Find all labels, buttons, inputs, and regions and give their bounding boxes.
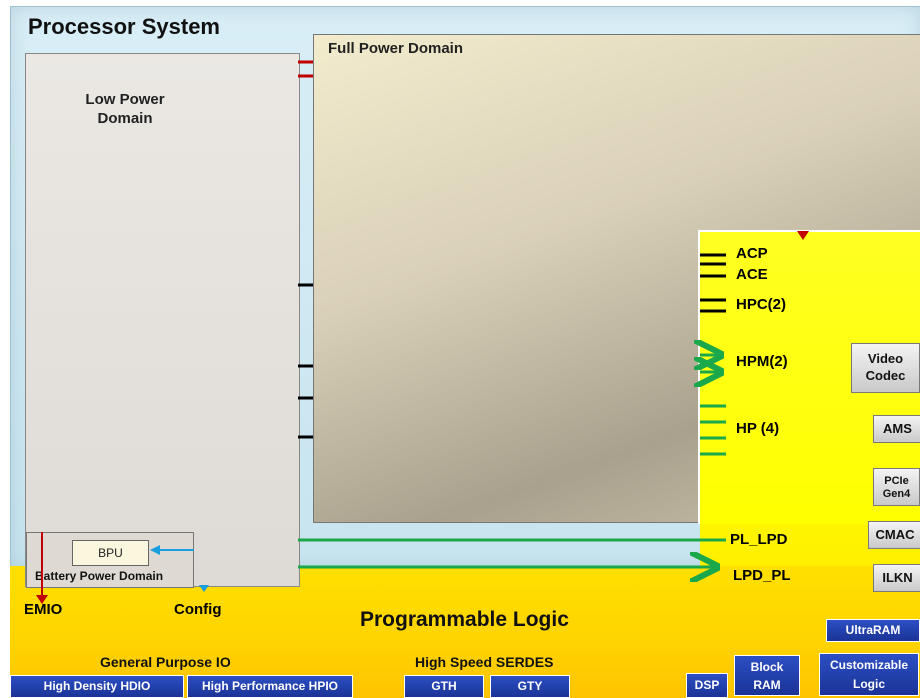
pcie-gen4-block: PCIe Gen4 <box>873 468 920 506</box>
gty-block: GTY <box>490 675 570 698</box>
video-codec-block: Video Codec <box>851 343 920 393</box>
dsp-block: DSP <box>686 673 728 698</box>
bpu-arrowhead <box>150 545 160 555</box>
ams-block: AMS <box>873 415 920 443</box>
customizable-logic-block: Customizable Logic <box>819 653 919 696</box>
ultraram-block: UltraRAM <box>826 619 920 642</box>
acp-port-label: ACP <box>736 245 768 262</box>
connector-lines <box>36 60 809 604</box>
hpio-block: High Performance HPIO <box>187 675 353 698</box>
hpm-port-label: HPM(2) <box>736 353 788 370</box>
serdes-label: High Speed SERDES <box>415 654 554 670</box>
programmable-logic-title: Programmable Logic <box>360 608 569 631</box>
pl-lpd-label: PL_LPD <box>730 531 788 548</box>
cmac-block: CMAC <box>868 521 920 549</box>
red-arrowhead <box>797 231 809 240</box>
gth-block: GTH <box>404 675 484 698</box>
general-purpose-io-label: General Purpose IO <box>100 654 231 670</box>
config-label: Config <box>174 601 222 618</box>
ilkn-block: ILKN <box>873 564 920 592</box>
hdio-block: High Density HDIO <box>10 675 184 698</box>
hpc-port-label: HPC(2) <box>736 296 787 313</box>
block-ram-block: Block RAM <box>734 655 800 696</box>
lpd-pl-label: LPD_PL <box>733 567 791 584</box>
hp-port-label: HP (4) <box>736 420 780 437</box>
ace-port-label: ACE <box>736 266 768 283</box>
config-marker <box>199 585 209 592</box>
emio-label: EMIO <box>24 601 63 618</box>
